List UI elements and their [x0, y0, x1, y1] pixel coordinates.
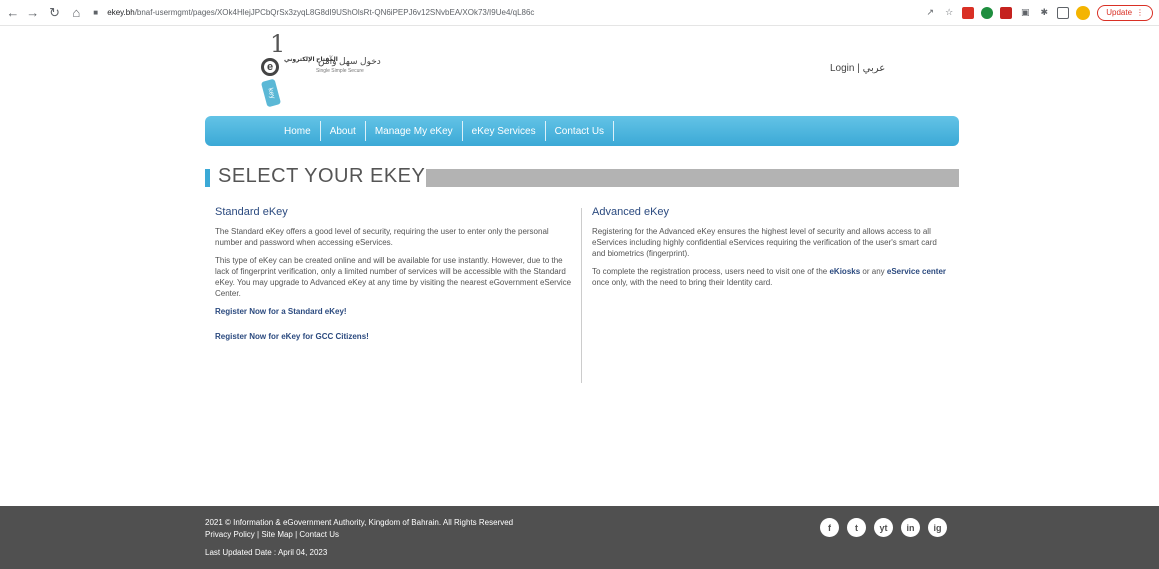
nav-ekey-services[interactable]: eKey Services: [463, 121, 546, 141]
browser-toolbar: ← → ↻ ⌂ ■ ekey.bh /bnaf-usermgmt/pages/X…: [0, 0, 1159, 26]
youtube-icon[interactable]: yt: [874, 518, 893, 537]
footer-links[interactable]: Privacy Policy | Site Map | Contact Us: [205, 530, 339, 539]
screenshot-extension-icon[interactable]: ▣: [1019, 7, 1031, 19]
reload-icon[interactable]: ↻: [46, 4, 64, 22]
twitter-icon[interactable]: t: [847, 518, 866, 537]
nav-about[interactable]: About: [321, 121, 366, 141]
ekiosks-link[interactable]: eKiosks: [829, 267, 860, 276]
login-language-link[interactable]: Login | عربي: [830, 63, 885, 74]
bookmark-star-icon[interactable]: ☆: [943, 7, 955, 19]
address-bar[interactable]: ■ ekey.bh /bnaf-usermgmt/pages/XOk4HlejJ…: [93, 3, 924, 23]
advanced-para-2-suffix: once only, with the need to bring their …: [592, 278, 773, 287]
column-divider: [581, 208, 582, 383]
social-links: f t yt in ig: [820, 518, 947, 537]
home-icon[interactable]: ⌂: [67, 4, 85, 22]
title-accent-bar: [205, 169, 210, 187]
linkedin-icon[interactable]: in: [901, 518, 920, 537]
eservice-center-link[interactable]: eService center: [887, 267, 946, 276]
ekey-logo[interactable]: 1 e key المفتاح الإلكتروني دخول سهل وآمن…: [256, 30, 416, 112]
advanced-ekey-section: Advanced eKey Registering for the Advanc…: [592, 206, 952, 295]
facebook-icon[interactable]: f: [820, 518, 839, 537]
update-button[interactable]: Update ⋮: [1097, 4, 1154, 21]
url-domain: ekey.bh: [107, 8, 135, 17]
footer-copyright: 2021 © Information & eGovernment Authori…: [205, 518, 514, 527]
footer-last-updated: Last Updated Date : April 04, 2023: [205, 548, 328, 557]
extensions-area: ↗ ☆ ▣ ✱ Update ⋮: [924, 4, 1154, 21]
nav-manage-ekey[interactable]: Manage My eKey: [366, 121, 463, 141]
kebab-menu-icon: ⋮: [1136, 8, 1145, 17]
pdf-extension-icon[interactable]: [962, 6, 975, 19]
advanced-para-2-prefix: To complete the registration process, us…: [592, 267, 828, 276]
title-gray-bar: [426, 169, 959, 187]
page-title: SELECT YOUR EKEY: [218, 165, 426, 187]
instagram-icon[interactable]: ig: [928, 518, 947, 537]
main-nav: Home About Manage My eKey eKey Services …: [205, 116, 959, 146]
standard-ekey-title: Standard eKey: [215, 206, 288, 218]
advanced-para-2-mid: or any: [862, 267, 885, 276]
standard-ekey-section: Standard eKey The Standard eKey offers a…: [215, 206, 575, 341]
logo-number: 1: [270, 30, 286, 58]
advanced-ekey-para-2: To complete the registration process, us…: [592, 266, 952, 288]
red-extension-icon[interactable]: [1000, 6, 1013, 19]
nav-contact-us[interactable]: Contact Us: [546, 121, 615, 141]
logo-tagline: Single Simple Secure: [316, 68, 364, 74]
advanced-ekey-para-1: Registering for the Advanced eKey ensure…: [592, 227, 937, 258]
url-path: /bnaf-usermgmt/pages/XOk4HlejJPCbQrSx3zy…: [134, 8, 535, 17]
profile-avatar[interactable]: [1076, 5, 1091, 20]
share-icon[interactable]: ↗: [924, 7, 936, 19]
lock-icon: ■: [93, 7, 99, 17]
register-gcc-ekey-link[interactable]: Register Now for eKey for GCC Citizens!: [215, 332, 575, 341]
logo-key-tag: key: [260, 78, 282, 108]
side-panel-icon[interactable]: [1057, 6, 1070, 19]
nav-home[interactable]: Home: [275, 121, 321, 141]
standard-ekey-para-1: The Standard eKey offers a good level of…: [215, 227, 549, 247]
logo-arabic-main: دخول سهل وآمن: [318, 56, 381, 66]
forward-arrow-icon[interactable]: →: [24, 4, 42, 22]
advanced-ekey-title: Advanced eKey: [592, 206, 670, 218]
back-arrow-icon[interactable]: ←: [4, 4, 22, 22]
green-extension-icon[interactable]: [981, 6, 994, 19]
logo-letter: e: [261, 58, 279, 76]
footer: 2021 © Information & eGovernment Authori…: [0, 506, 1159, 569]
register-standard-ekey-link[interactable]: Register Now for a Standard eKey!: [215, 307, 575, 316]
update-button-label: Update: [1106, 8, 1133, 17]
standard-ekey-para-2: This type of eKey can be created online …: [215, 256, 572, 298]
puzzle-extensions-icon[interactable]: ✱: [1038, 7, 1050, 19]
